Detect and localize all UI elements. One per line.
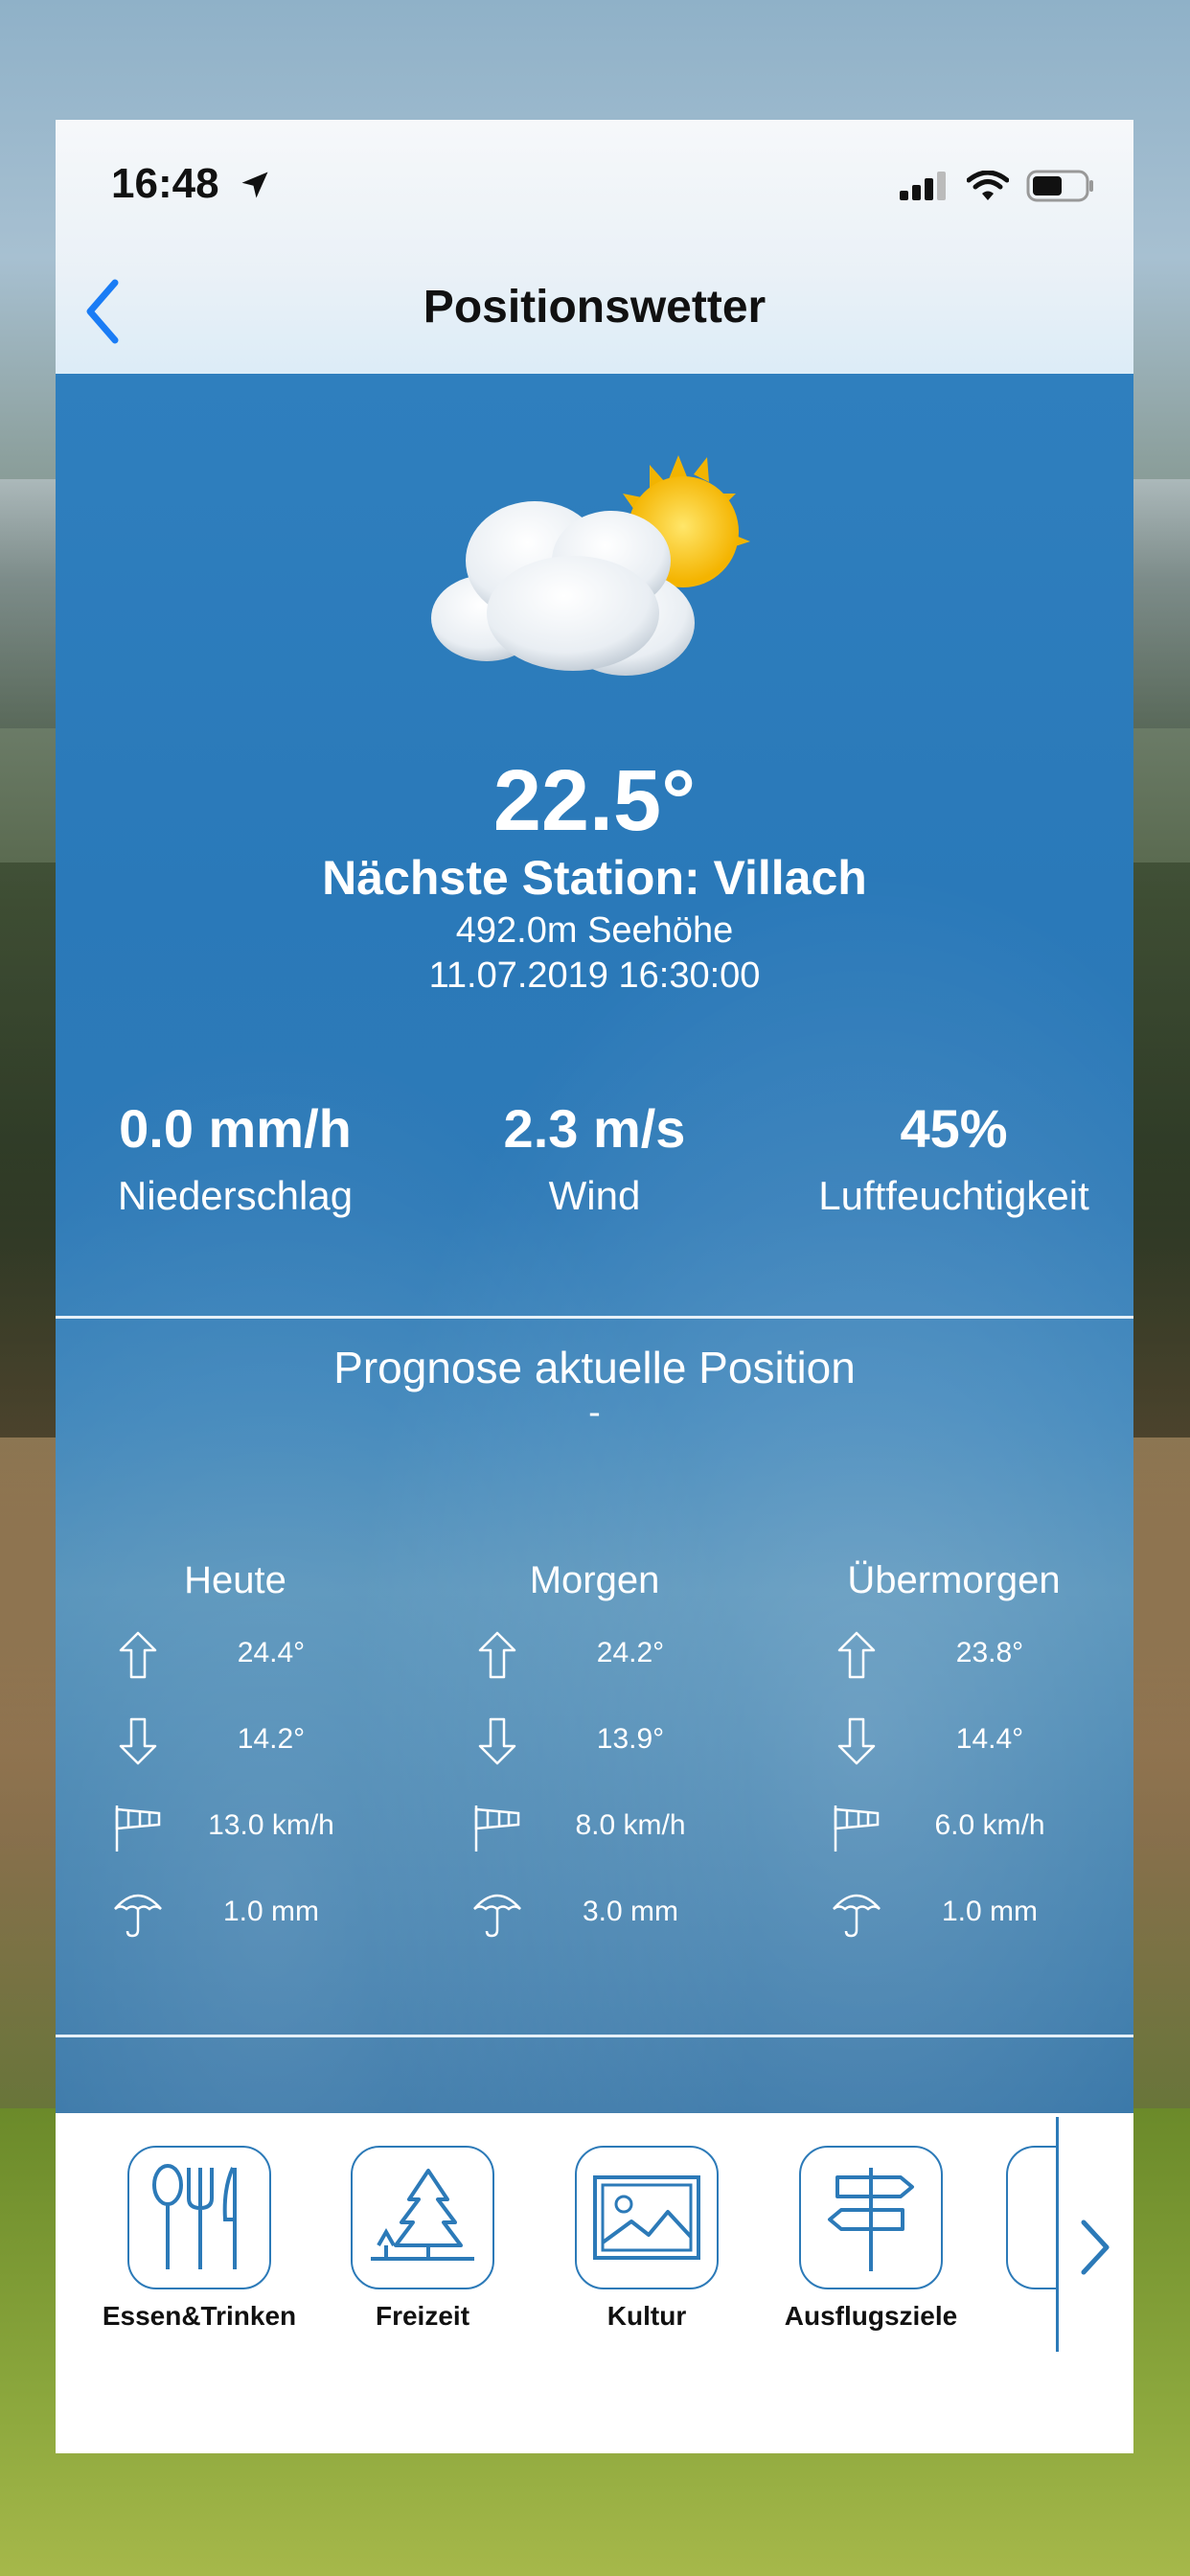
min-temp: 14.4°: [955, 1723, 1024, 1755]
stat-wind: 2.3 m/s Wind: [415, 1097, 774, 1219]
station-altitude: 492.0m Seehöhe: [455, 910, 734, 951]
rain-row: 1.0 mm: [56, 1871, 415, 1957]
windsock-icon: [474, 1806, 520, 1852]
stat-humidity: 45% Luftfeuchtigkeit: [774, 1097, 1133, 1219]
stat-label: Niederschlag: [117, 1173, 354, 1218]
arrow-up-icon: [119, 1631, 157, 1679]
arrow-down-icon: [119, 1717, 157, 1765]
category-label: Ausflugsziele: [784, 2301, 958, 2331]
min-temp-row: 13.9°: [415, 1698, 774, 1784]
category-bar: Essen&Trinken Freizeit Kultur Ausflugszi…: [56, 2113, 1133, 2453]
wind-speed: 8.0 km/h: [575, 1809, 686, 1841]
wind-speed: 6.0 km/h: [934, 1809, 1045, 1841]
divider: [56, 1316, 1133, 1319]
forecast-subtitle: -: [588, 1392, 601, 1433]
category-label: Kultur: [606, 2301, 687, 2331]
max-temp-row: 23.8°: [774, 1612, 1133, 1698]
scroll-divider: [1056, 2117, 1059, 2352]
stat-label: Luftfeuchtigkeit: [818, 1173, 1089, 1218]
min-temp: 13.9°: [596, 1723, 665, 1755]
day-name: Morgen: [529, 1559, 660, 1601]
measurement-timestamp: 11.07.2019 16:30:00: [428, 955, 761, 996]
umbrella-icon: [833, 1894, 881, 1938]
location-arrow-icon: [241, 172, 268, 198]
status-time: 16:48: [111, 160, 219, 207]
windsock-icon: [115, 1806, 161, 1852]
signal-icon: [900, 172, 946, 200]
category-kultur[interactable]: Kultur: [546, 2146, 747, 2332]
arrow-up-icon: [478, 1631, 516, 1679]
stat-value: 2.3 m/s: [503, 1098, 686, 1159]
windsock-icon: [834, 1806, 880, 1852]
category-ausflugsziele[interactable]: Ausflugsziele: [770, 2146, 972, 2332]
precipitation-amount: 1.0 mm: [222, 1896, 320, 1927]
min-temp-row: 14.2°: [56, 1698, 415, 1784]
status-icons: [900, 170, 1095, 202]
stat-label: Wind: [548, 1173, 641, 1218]
max-temp-row: 24.2°: [415, 1612, 774, 1698]
wind-row: 6.0 km/h: [774, 1784, 1133, 1871]
category-icon-box[interactable]: [127, 2146, 271, 2289]
day-name: Heute: [184, 1559, 286, 1601]
wind-speed: 13.0 km/h: [208, 1809, 334, 1841]
category-essen-trinken[interactable]: Essen&Trinken: [99, 2146, 300, 2332]
rain-row: 3.0 mm: [415, 1871, 774, 1957]
forecast-day-today: Heute 24.4° 14.2° 13.0 km/h 1.0 mm: [56, 1559, 415, 1957]
phone-screen: 16:48 Positionswetter 22.5° Nächste Stat…: [56, 120, 1133, 2453]
station-name: Nächste Station: Villach: [322, 851, 867, 905]
stat-value: 45%: [900, 1098, 1008, 1159]
arrow-down-icon: [837, 1717, 876, 1765]
signpost-icon: [828, 2168, 914, 2271]
min-temp: 14.2°: [237, 1723, 306, 1755]
rain-row: 1.0 mm: [774, 1871, 1133, 1957]
arrow-down-icon: [478, 1717, 516, 1765]
category-label: Freizeit: [375, 2301, 470, 2331]
max-temp: 24.2°: [596, 1637, 665, 1668]
category-label: Essen&Trinken: [102, 2301, 297, 2331]
forecast-day-tomorrow: Morgen 24.2° 13.9° 8.0 km/h 3.0 mm: [415, 1559, 774, 1957]
category-icon-box[interactable]: [575, 2146, 719, 2289]
forecast-title: Prognose aktuelle Position: [333, 1343, 856, 1392]
wifi-icon: [967, 171, 1009, 200]
divider: [56, 2035, 1133, 2037]
wind-row: 13.0 km/h: [56, 1784, 415, 1871]
max-temp: 24.4°: [237, 1637, 306, 1668]
current-temperature: 22.5°: [492, 753, 697, 849]
battery-icon: [1026, 170, 1093, 202]
category-icon-box[interactable]: [799, 2146, 943, 2289]
chevron-right-icon[interactable]: [1066, 2209, 1124, 2286]
wind-row: 8.0 km/h: [415, 1784, 774, 1871]
category-next-partial[interactable]: [1006, 2146, 1056, 2289]
picture-icon: [593, 2175, 700, 2260]
category-icon-box[interactable]: [351, 2146, 494, 2289]
max-temp: 23.8°: [955, 1637, 1024, 1668]
forecast-day-after-tomorrow: Übermorgen 23.8° 14.4° 6.0 km/h 1.0 mm: [774, 1559, 1133, 1957]
category-freizeit[interactable]: Freizeit: [322, 2146, 523, 2332]
page-title: Positionswetter: [423, 282, 767, 333]
day-name: Übermorgen: [847, 1559, 1061, 1601]
umbrella-icon: [473, 1894, 521, 1938]
max-temp-row: 24.4°: [56, 1612, 415, 1698]
stat-precipitation: 0.0 mm/h Niederschlag: [56, 1097, 415, 1219]
precipitation-amount: 1.0 mm: [941, 1896, 1039, 1927]
pine-tree-icon: [371, 2169, 474, 2261]
navigation-bar: 16:48 Positionswetter: [56, 120, 1133, 374]
precipitation-amount: 3.0 mm: [582, 1896, 679, 1927]
min-temp-row: 14.4°: [774, 1698, 1133, 1784]
stat-value: 0.0 mm/h: [119, 1098, 352, 1159]
arrow-up-icon: [837, 1631, 876, 1679]
fork-spoon-knife-icon: [152, 2164, 237, 2269]
umbrella-icon: [114, 1894, 162, 1938]
partly-cloudy-icon: [431, 455, 750, 676]
